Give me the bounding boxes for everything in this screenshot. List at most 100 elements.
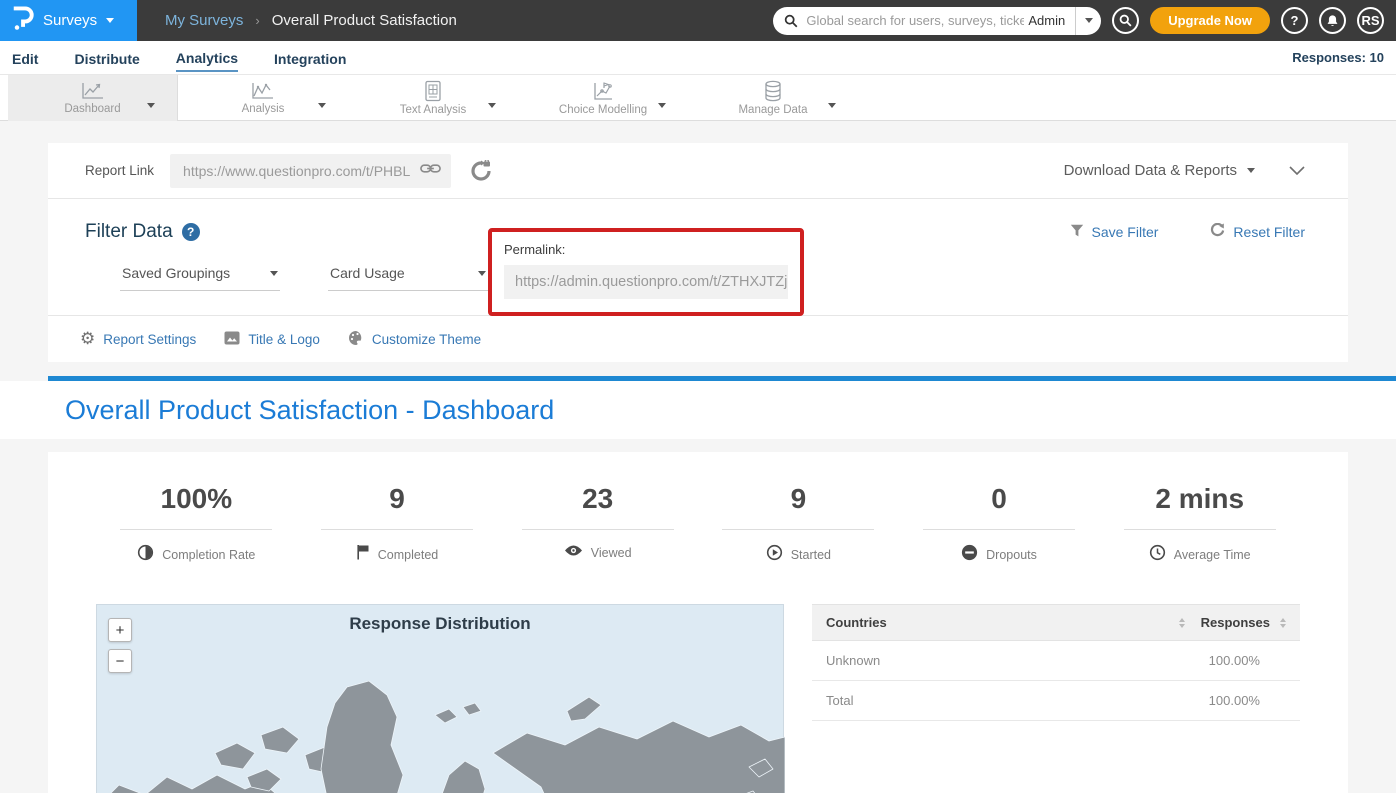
search-scope-dropdown[interactable] [1075, 7, 1101, 35]
app-label: Surveys [43, 12, 97, 29]
nav-item-edit[interactable]: Edit [12, 45, 38, 71]
stat-viewed: 23 Viewed [497, 482, 698, 566]
play-circle-icon [766, 544, 783, 566]
tab-dashboard-dropdown[interactable] [147, 95, 155, 113]
search-scope-label[interactable]: Admin [1024, 13, 1075, 28]
nav-item-analytics[interactable]: Analytics [176, 44, 238, 72]
nav-item-distribute[interactable]: Distribute [74, 45, 139, 71]
report-link-field[interactable]: https://www.questionpro.com/t/PHBL [170, 154, 451, 188]
column-header-responses[interactable]: Responses [1201, 615, 1270, 630]
chevron-down-icon [1085, 18, 1093, 23]
section-nav: Edit Distribute Analytics Integration Re… [0, 41, 1396, 75]
database-icon [763, 80, 783, 102]
tab-manage-data[interactable]: Manage Data [688, 75, 858, 121]
tab-text-analysis[interactable]: Text Analysis [348, 75, 518, 121]
refresh-icon [1210, 223, 1225, 241]
tab-dashboard[interactable]: Dashboard [8, 75, 178, 121]
table-row: Total 100.00% [812, 681, 1300, 721]
title-band: Overall Product Satisfaction - Dashboard [0, 381, 1396, 439]
breadcrumb: My Surveys › Overall Product Satisfactio… [165, 12, 457, 29]
filter-data-section: Filter Data ? Save Filter Reset Filter [48, 199, 1348, 315]
tab-text-analysis-dropdown[interactable] [488, 95, 496, 113]
global-search-input[interactable] [806, 13, 1024, 28]
permalink-url-field[interactable]: https://admin.questionpro.com/t/ZTHXJTZj [504, 265, 788, 299]
map-title: Response Distribution [97, 605, 783, 634]
chevron-down-icon [106, 18, 114, 23]
tab-label: Text Analysis [400, 104, 466, 116]
palette-icon-button[interactable]: Customize Theme [348, 330, 481, 349]
tab-manage-data-dropdown[interactable] [828, 95, 836, 113]
flag-icon [356, 544, 370, 565]
search-button[interactable] [1112, 7, 1139, 34]
collapse-panel-chevron-icon[interactable] [1289, 166, 1305, 175]
card-usage-select[interactable]: Card Usage [328, 261, 488, 291]
report-settings-button[interactable]: ⚙ Report Settings [80, 331, 196, 348]
column-header-countries[interactable]: Countries [826, 615, 1169, 630]
saved-groupings-select[interactable]: Saved Groupings [120, 261, 280, 291]
report-link-url: https://www.questionpro.com/t/PHBL [183, 163, 420, 179]
dashboard-card: 100% Completion Rate 9 Completed 23 [48, 452, 1348, 793]
download-data-reports-menu[interactable]: Download Data & Reports [1064, 162, 1255, 179]
breadcrumb-current-survey: Overall Product Satisfaction [272, 12, 457, 29]
tab-choice-modelling-dropdown[interactable] [658, 95, 666, 113]
countries-table-header: Countries Responses [812, 604, 1300, 641]
response-distribution-map[interactable]: Response Distribution + − [96, 604, 784, 793]
tab-analysis[interactable]: Analysis [178, 75, 348, 121]
map-zoom-in-button[interactable]: + [108, 618, 132, 642]
stat-dropouts: 0 Dropouts [899, 482, 1100, 566]
tab-label: Analysis [242, 103, 285, 115]
palette-icon [348, 330, 364, 349]
upgrade-now-button[interactable]: Upgrade Now [1150, 7, 1270, 34]
text-analysis-icon [423, 80, 443, 102]
tab-analysis-dropdown[interactable] [318, 95, 326, 113]
header-actions: Admin Upgrade Now ? RS [773, 7, 1396, 35]
tab-choice-modelling[interactable]: Choice Modelling [518, 75, 688, 121]
report-settings-row: ⚙ Report Settings Title & Logo Customize… [48, 315, 1348, 362]
surveys-app-switcher[interactable]: Surveys [0, 0, 137, 41]
table-row: Unknown 100.00% [812, 641, 1300, 681]
chevron-down-icon [1247, 168, 1255, 173]
gear-icon: ⚙ [80, 331, 95, 348]
report-link-label: Report Link [85, 163, 154, 178]
download-data-reports-label: Download Data & Reports [1064, 162, 1237, 179]
filter-help-icon[interactable]: ? [182, 223, 200, 241]
chevron-down-icon [478, 271, 486, 276]
sort-countries-icon[interactable] [1179, 618, 1185, 628]
top-header: Surveys My Surveys › Overall Product Sat… [0, 0, 1396, 41]
nav-item-integration[interactable]: Integration [274, 45, 346, 71]
choice-modelling-icon [591, 81, 615, 102]
breadcrumb-separator: › [255, 13, 259, 28]
funnel-icon [1070, 224, 1084, 241]
reset-filter-button[interactable]: Reset Filter [1210, 223, 1305, 241]
sort-responses-icon[interactable] [1280, 618, 1286, 628]
tab-label: Dashboard [64, 103, 120, 115]
world-map[interactable] [97, 657, 785, 793]
clock-icon [1149, 544, 1166, 566]
link-icon[interactable] [420, 162, 441, 180]
save-filter-button[interactable]: Save Filter [1070, 224, 1159, 241]
completion-rate-icon [137, 544, 154, 566]
share-security-icon[interactable] [470, 160, 492, 182]
eye-icon [564, 544, 583, 562]
stats-row: 100% Completion Rate 9 Completed 23 [96, 482, 1300, 566]
breadcrumb-my-surveys[interactable]: My Surveys [165, 12, 243, 29]
permalink-highlight-box: Permalink: https://admin.questionpro.com… [488, 228, 804, 316]
questionpro-logo-icon [13, 5, 34, 36]
responses-count: Responses: 10 [1292, 50, 1384, 65]
stat-completed: 9 Completed [297, 482, 498, 566]
stat-average-time: 2 mins Average Time [1099, 482, 1300, 566]
image-icon [224, 331, 240, 348]
search-icon [784, 14, 798, 28]
notifications-button[interactable] [1319, 7, 1346, 34]
report-filter-card: Report Link https://www.questionpro.com/… [48, 143, 1348, 362]
global-search: Admin [773, 7, 1101, 35]
filter-data-title: Filter Data [85, 221, 173, 243]
user-avatar[interactable]: RS [1357, 7, 1384, 34]
title-logo-button[interactable]: Title & Logo [224, 331, 320, 348]
tab-label: Manage Data [738, 104, 807, 116]
minus-circle-icon [961, 544, 978, 566]
analysis-chart-icon [250, 81, 276, 101]
stat-started: 9 Started [698, 482, 899, 566]
help-button[interactable]: ? [1281, 7, 1308, 34]
tab-label: Choice Modelling [559, 104, 647, 116]
